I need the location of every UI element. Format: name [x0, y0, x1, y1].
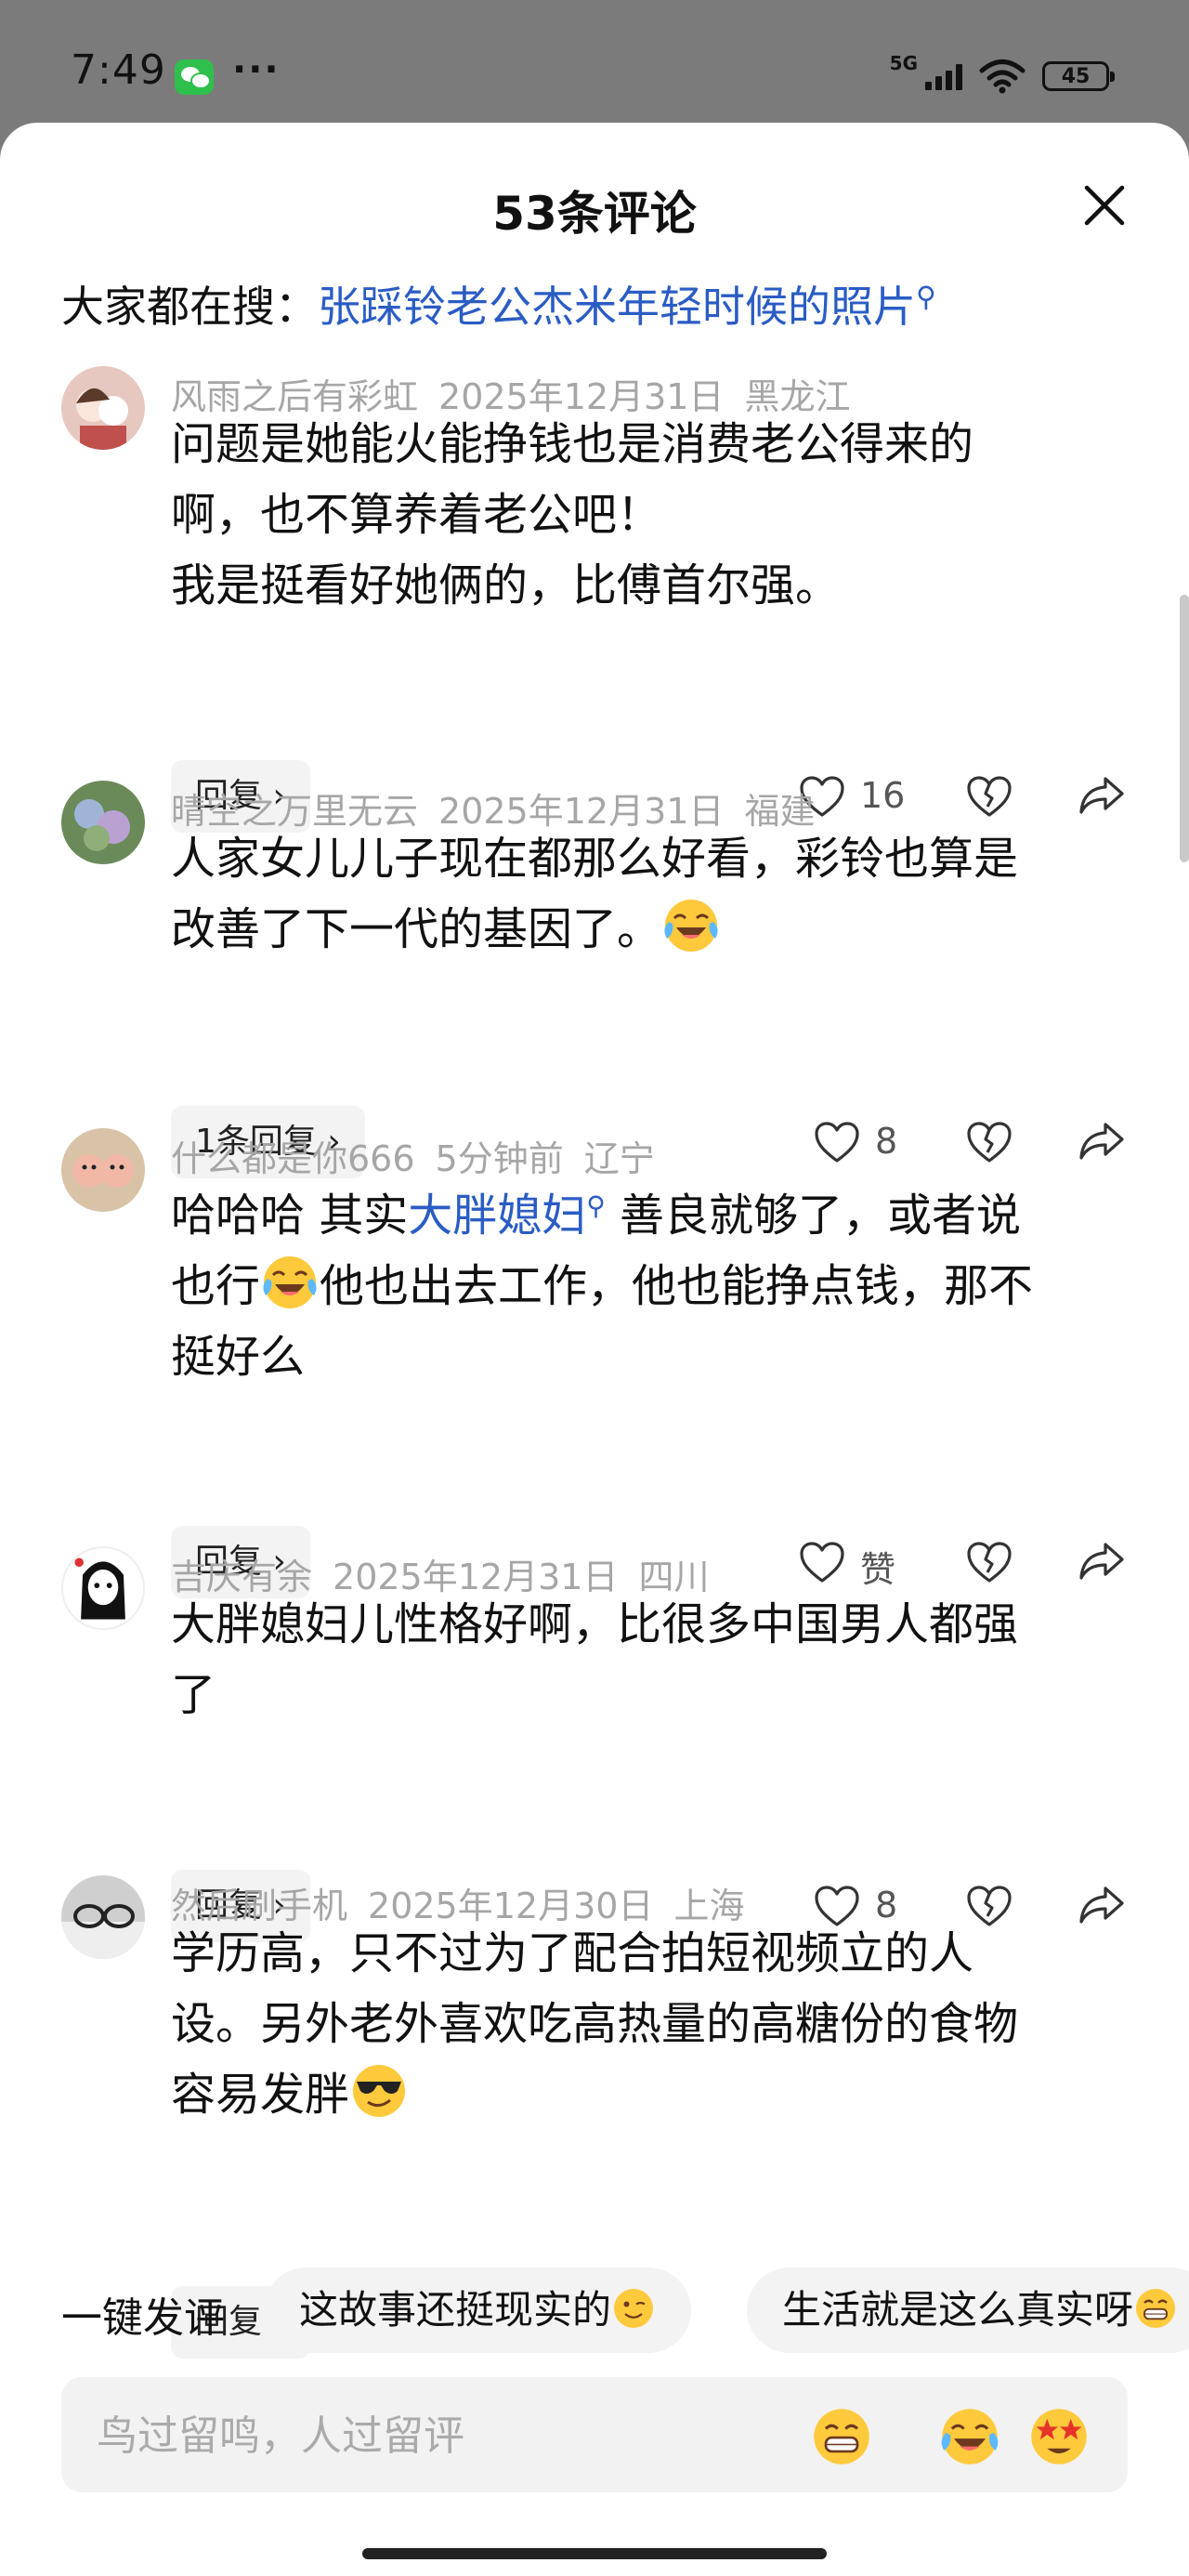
- avatar[interactable]: [61, 1875, 145, 1959]
- avatar[interactable]: [61, 1546, 145, 1630]
- share-icon[interactable]: [1078, 1119, 1126, 1163]
- broken-heart-icon[interactable]: [966, 1541, 1013, 1584]
- hot-search-keyword[interactable]: 张踩铃老公杰米年轻时候的照片⚲: [318, 282, 936, 332]
- share-icon[interactable]: [1078, 1539, 1126, 1584]
- like-count: 16: [860, 775, 906, 816]
- heart-icon[interactable]: [799, 1541, 845, 1584]
- avatar[interactable]: [61, 781, 145, 864]
- sunglasses-emoji: [349, 2061, 409, 2121]
- quick-reply-bar: 一键发评 这故事还挺现实的 生活就是这么真实呀: [0, 2267, 1189, 2353]
- scrollbar[interactable]: [1180, 595, 1189, 862]
- status-indicators: 5G 45: [889, 52, 1115, 99]
- hot-search-label: 大家都在搜：: [61, 282, 318, 332]
- heart-icon[interactable]: [814, 1121, 860, 1163]
- network-type: 5G: [889, 52, 918, 74]
- broken-heart-icon[interactable]: [966, 775, 1013, 818]
- search-icon: ⚲: [916, 281, 936, 314]
- comment-actions: 赞: [799, 1526, 1133, 1598]
- comment-text: 大胖媳妇儿性格好啊，比很多中国男人都强了: [171, 1598, 1019, 1721]
- grinning-emoji: [1133, 2286, 1178, 2331]
- signal-icon: [925, 62, 962, 90]
- wechat-icon: [175, 59, 214, 95]
- quick-reply-label: 一键发评: [61, 2294, 225, 2342]
- comment-text: 学历高，只不过为了配合拍短视频立的人 设。另外老外喜欢吃高热量的高糖份的食物 容易…: [171, 1927, 1019, 2121]
- quick-reply-chip[interactable]: 生活就是这么真实呀: [747, 2267, 1189, 2353]
- avatar[interactable]: [61, 366, 145, 450]
- laughing-crying-emoji: [661, 896, 721, 955]
- laughing-crying-emoji[interactable]: [938, 2405, 1001, 2468]
- mention-link[interactable]: 大胖媳妇⚲: [408, 1189, 606, 1242]
- wifi-icon: [979, 59, 1026, 94]
- home-indicator[interactable]: [362, 2548, 827, 2559]
- like-count: 8: [875, 1121, 898, 1162]
- close-icon[interactable]: [1079, 180, 1130, 230]
- comment-input[interactable]: [95, 2407, 749, 2464]
- laughing-crying-emoji: [260, 1253, 320, 1312]
- status-bar: 7:49 ··· 5G 45: [0, 0, 1189, 121]
- hot-search: 大家都在搜：张踩铃老公杰米年轻时候的照片⚲: [61, 273, 936, 335]
- comment-text: 人家女儿儿子现在都那么好看，彩铃也算是 改善了下一代的基因了。: [171, 833, 1019, 955]
- status-time: 7:49: [71, 46, 166, 94]
- grinning-emoji[interactable]: [810, 2405, 873, 2468]
- comment-actions: 8: [799, 1106, 1133, 1178]
- comments-sheet: 53条评论 大家都在搜：张踩铃老公杰米年轻时候的照片⚲ 风雨之后有彩虹 2025年…: [0, 123, 1189, 2576]
- like-count: 赞: [860, 1549, 896, 1590]
- comment-text: 哈哈哈 其实大胖媳妇⚲ 善良就够了，或者说 也行 他也出去工作，他也能挣点钱，那不…: [171, 1189, 1034, 1383]
- comment-text: 问题是她能火能挣钱也是消费老公得来的 啊，也不算养着老公吧！ 我是挺看好她俩的，比傅…: [171, 418, 974, 611]
- avatar[interactable]: [61, 1128, 145, 1212]
- sheet-title: 53条评论: [492, 187, 697, 241]
- more-notifications-icon: ···: [232, 48, 281, 91]
- comment-input-bar: [61, 2377, 1128, 2492]
- comment-actions: 16: [799, 760, 1133, 833]
- share-icon[interactable]: [1078, 773, 1126, 818]
- winking-emoji: [611, 2286, 656, 2331]
- quick-reply-chip[interactable]: 这故事还挺现实的: [264, 2267, 692, 2353]
- search-icon: ⚲: [586, 1190, 606, 1221]
- star-eyes-emoji[interactable]: [1027, 2405, 1091, 2468]
- battery-icon: 45: [1042, 61, 1115, 91]
- broken-heart-icon[interactable]: [966, 1121, 1013, 1163]
